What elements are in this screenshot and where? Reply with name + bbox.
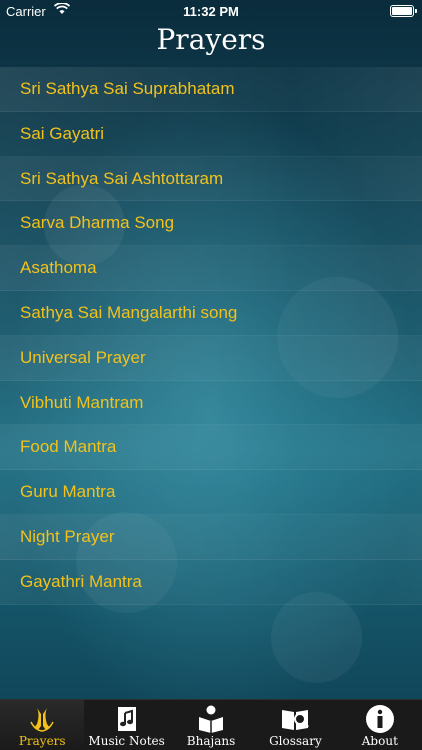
list-item[interactable]: Vibhuti Mantram — [0, 380, 422, 426]
clock: 11:32 PM — [183, 4, 239, 19]
list-item[interactable]: Guru Mantra — [0, 470, 422, 515]
list-item[interactable]: Sri Sathya Sai Ashtottaram — [0, 156, 422, 202]
battery-icon — [390, 5, 417, 17]
list-item[interactable]: Sai Gayatri — [0, 111, 422, 157]
music-document-icon — [117, 707, 136, 731]
list-item[interactable]: Sarva Dharma Song — [0, 201, 422, 247]
tab-bar: Prayers Music Notes Bhajans Glossary Abo… — [0, 699, 422, 750]
praying-hands-icon — [30, 708, 54, 732]
tab-label: Prayers — [18, 734, 66, 748]
list-item[interactable]: Universal Prayer — [0, 335, 422, 381]
page-title: Prayers — [156, 23, 266, 56]
tab-label: Glossary — [269, 734, 322, 748]
list-item[interactable]: Asathoma — [0, 246, 422, 291]
tab-prayers[interactable]: Prayers — [0, 700, 85, 750]
tab-about[interactable]: About — [338, 700, 422, 750]
tab-glossary[interactable]: Glossary — [253, 700, 337, 750]
tab-label: Music Notes — [88, 734, 165, 748]
list-item[interactable]: Sathya Sai Mangalarthi song — [0, 290, 422, 336]
tab-bhajans[interactable]: Bhajans — [169, 700, 253, 750]
info-icon — [365, 705, 394, 733]
list-item[interactable]: Food Mantra — [0, 425, 422, 471]
book-search-icon — [282, 710, 310, 730]
tab-label: About — [361, 734, 398, 748]
prayer-list: Sri Sathya Sai Suprabhatam Sai Gayatri S… — [0, 67, 422, 605]
tab-music-notes[interactable]: Music Notes — [84, 700, 168, 750]
list-item[interactable]: Gayathri Mantra — [0, 559, 422, 605]
status-bar: Carrier 11:32 PM — [0, 0, 422, 22]
person-reading-icon — [199, 705, 224, 733]
tab-label: Bhajans — [186, 734, 236, 748]
list-item[interactable]: Night Prayer — [0, 514, 422, 560]
list-item[interactable]: Sri Sathya Sai Suprabhatam — [0, 67, 422, 112]
